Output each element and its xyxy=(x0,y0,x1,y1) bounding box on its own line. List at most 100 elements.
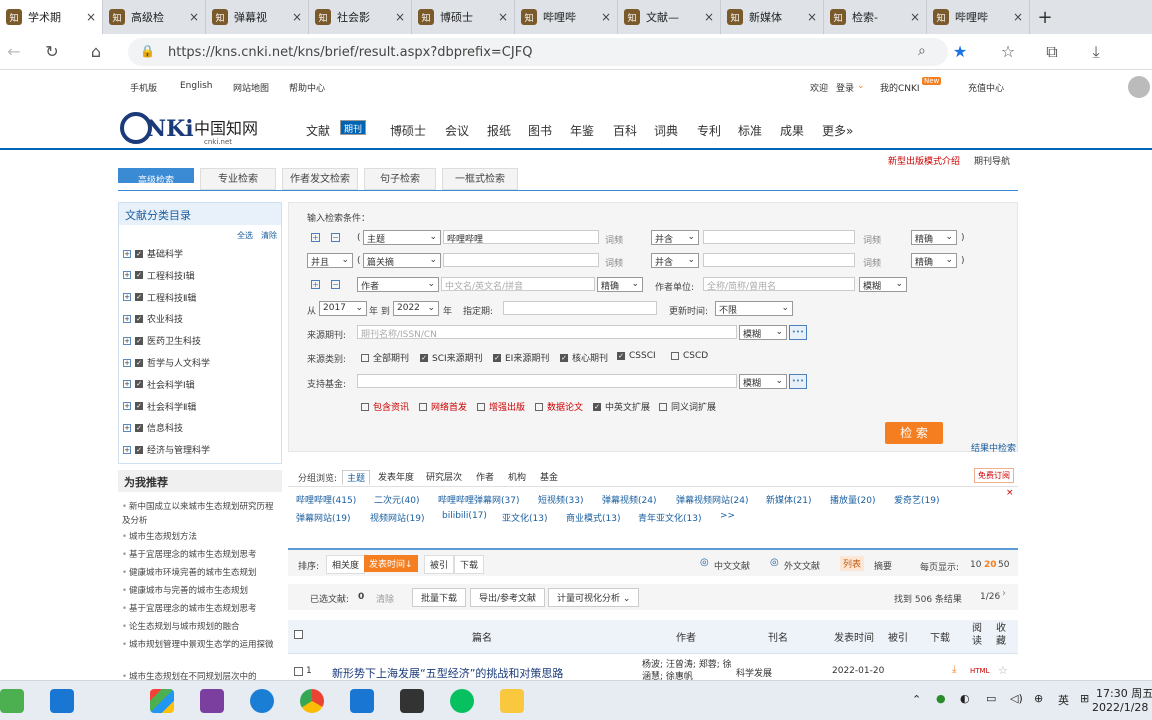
my-cnki-link[interactable]: 我的CNKI xyxy=(880,81,920,94)
type-checkbox[interactable]: ✓ CSSCI xyxy=(617,351,656,361)
select-all-checkbox[interactable] xyxy=(294,630,303,639)
nav-item[interactable]: 期刊 xyxy=(340,120,367,135)
group-item[interactable]: 弹幕视频网站(24) xyxy=(676,493,748,506)
group-tab[interactable]: 主题 xyxy=(342,470,371,485)
app-icon-1[interactable] xyxy=(50,689,74,713)
category-item[interactable]: + ✓ 基础科学 xyxy=(123,247,183,260)
checkbox-checked[interactable]: ✓ xyxy=(135,358,143,367)
keyword-input-1b[interactable] xyxy=(703,230,855,244)
checkbox-checked[interactable]: ✓ xyxy=(493,353,501,362)
tab-sentence-search[interactable]: 句子检索 xyxy=(364,168,436,190)
keyboard-icon[interactable]: ⊞ xyxy=(1080,692,1089,705)
add-author-row-icon[interactable]: + xyxy=(311,280,320,289)
tab-advanced-search[interactable]: 高级检索 xyxy=(118,168,194,186)
recharge-link[interactable]: 充值中心 xyxy=(968,81,1004,94)
author-input[interactable]: 中文名/英文名/拼音 xyxy=(441,277,595,291)
expand-icon[interactable]: + xyxy=(123,380,131,389)
batch-download-button[interactable]: 批量下载 xyxy=(412,588,467,607)
tab-simple-search[interactable]: 一框式检索 xyxy=(442,168,518,190)
field-select-2[interactable]: 篇关摘 ⌄ xyxy=(363,253,441,268)
clock-date[interactable]: 2022/1/28 xyxy=(1092,701,1148,714)
explorer-icon[interactable] xyxy=(500,689,524,713)
home-icon[interactable]: ⌂ xyxy=(86,42,106,62)
unit-match-select[interactable]: 模糊 ⌄ xyxy=(859,277,907,292)
checkbox-checked[interactable]: ✓ xyxy=(135,249,143,258)
close-icon[interactable]: × xyxy=(1006,488,1014,498)
html-read-link[interactable]: HTML xyxy=(970,667,989,675)
chevron-up-icon[interactable]: ⌃ xyxy=(912,693,921,706)
option-checkbox[interactable]: 增强出版 xyxy=(477,400,525,413)
recommend-item[interactable]: • 基于宜居理念的城市生态规划思考 xyxy=(122,602,280,616)
browser-tab[interactable]: 知文献— × xyxy=(618,0,721,34)
group-item[interactable]: 青年亚文化(13) xyxy=(638,511,701,524)
option-checkbox[interactable]: 包含资讯 xyxy=(361,400,409,413)
group-item[interactable]: 商业模式(13) xyxy=(566,511,620,524)
checkbox-unchecked[interactable] xyxy=(361,402,369,411)
checkbox-checked[interactable]: ✓ xyxy=(617,352,625,360)
option-checkbox[interactable]: 数据论文 xyxy=(535,400,583,413)
match-select-1[interactable]: 精确 ⌄ xyxy=(911,230,957,245)
browser-tab[interactable]: 知弹幕视 × xyxy=(206,0,309,34)
tray-icon-1[interactable]: ● xyxy=(936,692,946,705)
tab-author-search[interactable]: 作者发文检索 xyxy=(282,168,358,190)
category-item[interactable]: + ✓ 经济与管理科学 xyxy=(123,443,210,456)
onenote-icon[interactable] xyxy=(200,689,224,713)
expand-icon[interactable]: + xyxy=(123,423,131,432)
sort-download[interactable]: 下载 xyxy=(454,555,485,574)
close-tab-icon[interactable]: × xyxy=(498,10,508,24)
recommend-item[interactable]: • 城市生态规划方法 xyxy=(122,530,280,544)
row-title-link[interactable]: 新形势下上海发展“五型经济”的挑战和对策思路 xyxy=(332,665,563,681)
fund-input[interactable] xyxy=(357,374,737,388)
url-text[interactable]: https://kns.cnki.net/kns/brief/result.as… xyxy=(168,45,532,60)
option-checkbox[interactable]: 网络首发 xyxy=(419,400,467,413)
category-item[interactable]: + ✓ 工程科技Ⅱ辑 xyxy=(123,291,196,304)
group-item[interactable]: bilibili(17) xyxy=(442,511,487,521)
select-all-link[interactable]: 全选 xyxy=(237,230,253,241)
collections-icon[interactable]: ⧉ xyxy=(1042,42,1062,62)
export-button[interactable]: 导出/参考文献 xyxy=(470,588,546,607)
group-item[interactable]: 视频网站(19) xyxy=(370,511,424,524)
remove-row-icon[interactable]: − xyxy=(331,233,340,242)
option-checkbox[interactable]: ✓ 中英文扩展 xyxy=(593,400,650,413)
col-cited[interactable]: 被引 xyxy=(888,629,908,644)
nav-item[interactable]: 更多» xyxy=(817,120,858,141)
app-icon-2[interactable] xyxy=(150,689,174,713)
expand-icon[interactable]: + xyxy=(123,445,131,454)
group-item[interactable]: 弹幕网站(19) xyxy=(296,511,350,524)
recommend-item[interactable]: • 论生态规划与城市规划的融合 xyxy=(122,620,280,634)
source-input[interactable]: 期刊名称/ISSN/CN xyxy=(357,325,737,339)
category-item[interactable]: + ✓ 农业科技 xyxy=(123,312,183,325)
reload-icon[interactable]: ↻ xyxy=(42,42,62,62)
close-tab-icon[interactable]: × xyxy=(704,10,714,24)
option-checkbox[interactable]: 同义词扩展 xyxy=(659,400,716,413)
wechat-icon[interactable] xyxy=(450,689,474,713)
spec-period-input[interactable] xyxy=(503,301,657,315)
type-checkbox[interactable]: CSCD xyxy=(671,351,708,361)
group-item[interactable]: 新媒体(21) xyxy=(766,493,811,506)
nav-item[interactable]: 成果 xyxy=(775,120,809,141)
type-checkbox[interactable]: ✓ SCI来源期刊 xyxy=(420,351,483,364)
group-tab[interactable]: 发表年度 xyxy=(378,470,414,483)
browser-tab[interactable]: 知哔哩哔 × xyxy=(927,0,1030,34)
group-item[interactable]: 亚文化(13) xyxy=(502,511,547,524)
close-tab-icon[interactable]: × xyxy=(1013,10,1023,24)
url-box[interactable]: 🔒 https://kns.cnki.net/kns/brief/result.… xyxy=(128,38,948,66)
group-item[interactable]: 哔哩哔哩(415) xyxy=(296,493,356,506)
remove-author-row-icon[interactable]: − xyxy=(331,280,340,289)
close-tab-icon[interactable]: × xyxy=(807,10,817,24)
favorite-row-icon[interactable]: ☆ xyxy=(998,664,1008,677)
checkbox-checked[interactable]: ✓ xyxy=(135,380,143,389)
expand-icon[interactable]: + xyxy=(123,358,131,367)
checkbox-unchecked[interactable] xyxy=(419,402,427,411)
checkbox-checked[interactable]: ✓ xyxy=(135,271,143,280)
browser-tab[interactable]: 知检索- × xyxy=(824,0,927,34)
volume-icon[interactable]: ◁) xyxy=(1010,692,1023,705)
recommend-item[interactable]: • 新中国成立以来城市生态规划研究历程及分析 xyxy=(122,500,280,528)
view-abstract-button[interactable]: 摘要 xyxy=(874,559,892,572)
col-download[interactable]: 下载 xyxy=(930,629,950,644)
battery-icon[interactable]: ▭ xyxy=(986,692,996,705)
nav-item[interactable]: 博硕士 xyxy=(385,120,431,141)
checkbox-checked[interactable]: ✓ xyxy=(135,445,143,454)
year-from-select[interactable]: 2017 ⌄ xyxy=(319,301,367,316)
nav-item[interactable]: 标准 xyxy=(733,120,767,141)
